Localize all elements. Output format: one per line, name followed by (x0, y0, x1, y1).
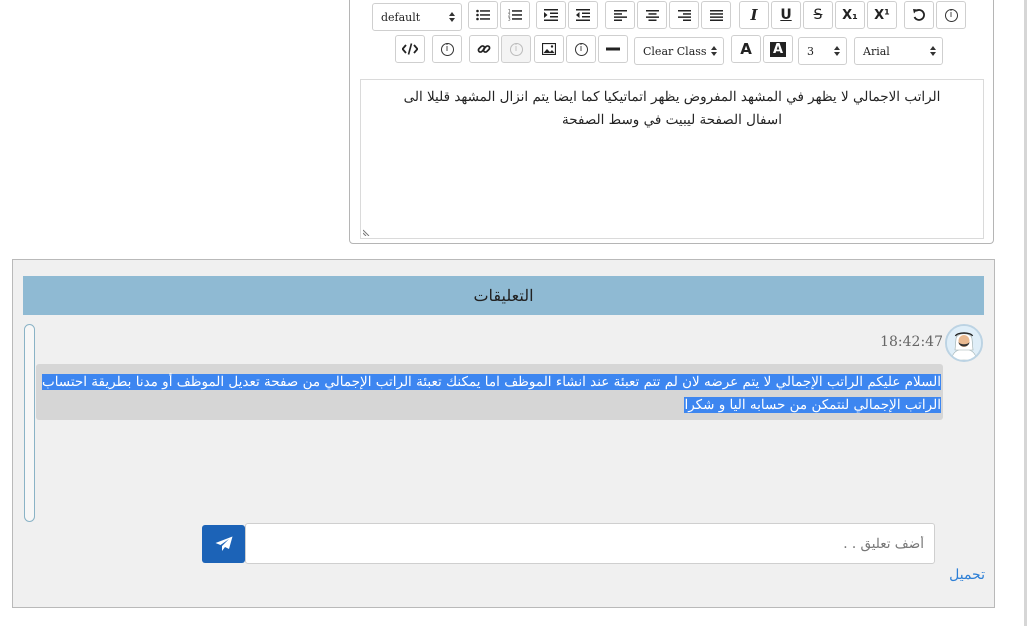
image-help-button[interactable]: i (566, 35, 596, 63)
underline-icon: U (780, 7, 792, 23)
clear-class-select[interactable]: Clear Class (634, 37, 724, 65)
undo-button[interactable] (904, 1, 934, 29)
outdent-button[interactable] (568, 1, 598, 29)
align-left-button[interactable] (605, 1, 635, 29)
ordered-list-icon: 123 (508, 9, 522, 21)
clear-class-value: Clear Class (643, 44, 707, 58)
font-family-value: Arial (863, 44, 890, 58)
comment-bubble: السلام عليكم الراتب الإجمالي لا يتم عرضه… (36, 364, 943, 420)
image-icon (542, 43, 556, 55)
strikethrough-icon: S (813, 7, 823, 23)
info-icon: i (509, 42, 523, 56)
select-caret-icon (449, 12, 455, 22)
send-icon (215, 536, 232, 551)
superscript-icon: X¹ (874, 7, 890, 23)
code-help-button[interactable]: i (432, 35, 462, 63)
avatar-icon (947, 326, 981, 360)
background-color-icon: A (769, 41, 787, 57)
code-view-button[interactable] (395, 35, 425, 63)
select-caret-icon (834, 46, 840, 56)
style-select[interactable]: default (372, 3, 462, 31)
info-icon: i (440, 42, 454, 56)
help-button[interactable]: i (936, 1, 966, 29)
link-button[interactable] (469, 35, 499, 63)
font-color-button[interactable]: A (731, 35, 761, 63)
horizontal-rule-icon (606, 47, 620, 51)
image-button[interactable] (534, 35, 564, 63)
unordered-list-button[interactable] (468, 1, 498, 29)
horizontal-rule-button[interactable] (598, 35, 628, 63)
ordered-list-button[interactable]: 123 (500, 1, 530, 29)
upload-link[interactable]: تحميل (933, 567, 985, 583)
italic-button[interactable]: I (739, 1, 769, 29)
send-button[interactable] (202, 525, 245, 563)
indent-icon (544, 9, 558, 21)
align-justify-icon (709, 9, 723, 21)
link-icon (477, 45, 491, 53)
select-caret-icon (711, 46, 717, 56)
code-view-icon (402, 43, 418, 55)
outdent-icon (576, 9, 590, 21)
subscript-button[interactable]: X₁ (835, 1, 865, 29)
indent-button[interactable] (536, 1, 566, 29)
info-icon: i (944, 8, 958, 22)
resize-grip-icon[interactable] (363, 228, 371, 236)
info-icon: i (574, 42, 588, 56)
undo-icon (913, 9, 925, 21)
editor-content-area[interactable]: الراتب الاجمالي لا يظهر في المشهد المفرو… (360, 79, 984, 239)
align-right-button[interactable] (669, 1, 699, 29)
font-size-value: 3 (807, 44, 814, 58)
background-color-button[interactable]: A (763, 35, 793, 63)
unlink-button[interactable]: i (501, 35, 531, 63)
superscript-button[interactable]: X¹ (867, 1, 897, 29)
comments-scroll-track[interactable] (24, 324, 35, 522)
avatar (945, 324, 983, 362)
comments-panel: التعليقات 18:42:47 السلام عليكم الراتب ا… (12, 259, 995, 608)
select-caret-icon (930, 46, 936, 56)
font-color-icon: A (740, 40, 752, 58)
svg-text:3: 3 (508, 17, 511, 22)
unordered-list-icon (476, 9, 490, 21)
comments-title: التعليقات (23, 276, 984, 315)
align-justify-button[interactable] (701, 1, 731, 29)
subscript-icon: X₁ (842, 7, 858, 23)
comment-timestamp: 18:42:47 (880, 334, 943, 350)
rich-text-editor: default 123 I U S X₁ X¹ i i i i Clear Cl… (349, 0, 994, 244)
font-size-select[interactable]: 3 (798, 37, 847, 65)
align-left-icon (613, 9, 627, 21)
align-center-icon (645, 9, 659, 21)
underline-button[interactable]: U (771, 1, 801, 29)
align-right-icon (677, 9, 691, 21)
italic-icon: I (750, 6, 758, 24)
comment-text[interactable]: السلام عليكم الراتب الإجمالي لا يتم عرضه… (41, 374, 941, 413)
style-select-value: default (381, 10, 421, 24)
strikethrough-button[interactable]: S (803, 1, 833, 29)
comment-input[interactable] (245, 523, 935, 564)
align-center-button[interactable] (637, 1, 667, 29)
font-family-select[interactable]: Arial (854, 37, 943, 65)
editor-text[interactable]: الراتب الاجمالي لا يظهر في المشهد المفرو… (361, 80, 983, 132)
